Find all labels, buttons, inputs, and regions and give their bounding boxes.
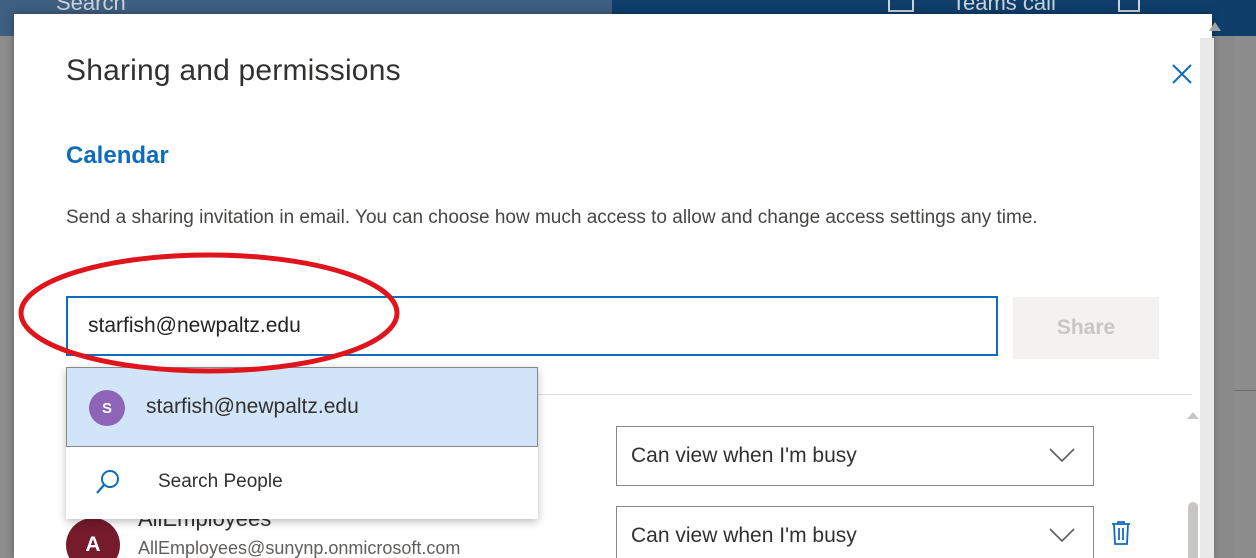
permission-dropdown[interactable]: Can view when I'm busy [616, 426, 1094, 486]
calendar-heading: Calendar [66, 142, 169, 169]
dialog-scrollbar[interactable] [1200, 38, 1214, 558]
background-app-icon [1118, 0, 1140, 12]
scroll-up-icon[interactable] [1186, 410, 1200, 420]
teams-call-icon [888, 0, 914, 12]
sharing-dialog: Sharing and permissions Calendar Send a … [14, 14, 1212, 558]
suggestions-dropdown: S starfish@newpaltz.edu Search People [66, 367, 538, 519]
trash-icon [1112, 521, 1130, 545]
list-scrollbar-thumb[interactable] [1188, 502, 1198, 558]
permission-label: Can view when I'm busy [631, 524, 857, 547]
chevron-down-icon [1049, 448, 1075, 463]
permission-label: Can view when I'm busy [631, 444, 857, 467]
suggestion-email: starfish@newpaltz.edu [146, 395, 359, 418]
permission-dropdown[interactable]: Can view when I'm busy [616, 506, 1094, 558]
avatar: S [89, 390, 125, 426]
search-people-option[interactable]: Search People [66, 447, 538, 519]
suggestion-item[interactable]: S starfish@newpaltz.edu [66, 367, 538, 447]
dialog-title: Sharing and permissions [66, 54, 401, 87]
member-email: AllEmployees@sunynp.onmicrosoft.com [138, 538, 461, 558]
scroll-up-icon[interactable] [1208, 20, 1222, 32]
sharing-description: Send a sharing invitation in email. You … [66, 207, 1038, 228]
search-icon [96, 470, 119, 494]
background-divider [1234, 390, 1256, 391]
close-button[interactable] [1170, 62, 1194, 86]
search-people-label: Search People [158, 471, 283, 492]
chevron-down-icon [1049, 528, 1075, 543]
email-input[interactable] [66, 296, 998, 356]
close-icon [1172, 64, 1192, 84]
delete-button[interactable] [1110, 520, 1132, 546]
share-button[interactable]: Share [1013, 297, 1159, 359]
background-right-pane [1234, 36, 1256, 558]
background-left-pane [0, 36, 14, 558]
avatar: A [66, 518, 120, 558]
